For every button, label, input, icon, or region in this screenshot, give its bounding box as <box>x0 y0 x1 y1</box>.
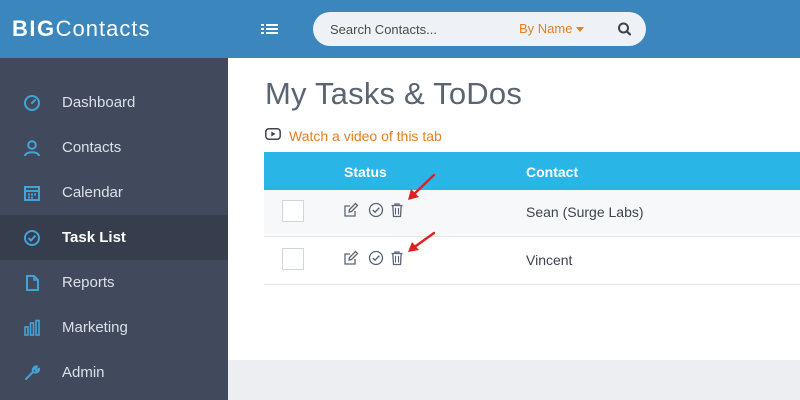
trash-icon[interactable] <box>389 250 405 266</box>
logo-big-text: BIG <box>12 16 56 41</box>
sidebar-item-reports[interactable]: Reports <box>0 260 228 305</box>
logo-rest-text: Contacts <box>55 16 151 41</box>
column-header-status[interactable]: Status <box>344 164 387 180</box>
video-play-icon <box>265 127 281 145</box>
sidebar-item-task-list[interactable]: Task List <box>0 215 228 260</box>
trash-icon[interactable] <box>389 202 405 218</box>
contact-name-link[interactable]: Sean (Surge Labs) <box>526 204 644 220</box>
contact-name-link[interactable]: Vincent <box>526 252 572 268</box>
sidebar-item-label: Task List <box>62 229 126 246</box>
person-icon <box>23 139 41 157</box>
sidebar-item-label: Dashboard <box>62 94 136 111</box>
caret-down-icon <box>576 27 585 33</box>
watch-video-link[interactable]: Watch a video of this tab <box>265 127 442 145</box>
footer-band <box>228 360 800 400</box>
row-checkbox[interactable] <box>282 248 304 270</box>
gauge-icon <box>23 94 41 112</box>
sidebar-item-label: Reports <box>62 274 115 291</box>
search-mode-dropdown[interactable]: By Name <box>519 21 585 36</box>
column-header-contact[interactable]: Contact <box>526 164 578 180</box>
search-bar: By Name <box>313 12 646 46</box>
search-input[interactable] <box>330 20 510 38</box>
complete-task-icon[interactable] <box>368 250 384 266</box>
edit-icon[interactable] <box>343 202 359 218</box>
file-icon <box>23 274 41 292</box>
sidebar-item-label: Admin <box>62 364 105 381</box>
sidebar-item-label: Calendar <box>62 184 123 201</box>
task-table-header: Status Contact <box>264 152 800 190</box>
table-row: Vincent <box>264 238 800 285</box>
menu-toggle-icon[interactable] <box>258 18 282 40</box>
app-logo[interactable]: BIG Contacts <box>12 13 150 45</box>
top-header: BIGContacts By Name <box>0 0 800 58</box>
watch-video-label: Watch a video of this tab <box>289 128 442 144</box>
wrench-icon <box>23 364 41 382</box>
search-icon[interactable] <box>615 20 635 38</box>
edit-icon[interactable] <box>343 250 359 266</box>
complete-task-icon[interactable] <box>368 202 384 218</box>
sidebar-item-contacts[interactable]: Contacts <box>0 125 228 170</box>
check-circle-icon <box>23 229 41 247</box>
sidebar-item-calendar[interactable]: Calendar <box>0 170 228 215</box>
row-checkbox[interactable] <box>282 200 304 222</box>
bar-chart-icon <box>23 319 41 337</box>
sidebar-item-admin[interactable]: Admin <box>0 350 228 395</box>
search-mode-label: By Name <box>519 21 573 36</box>
table-row: Sean (Surge Labs) <box>264 190 800 237</box>
sidebar-item-label: Marketing <box>62 319 128 336</box>
calendar-icon <box>23 184 41 202</box>
sidebar-item-dashboard[interactable]: Dashboard <box>0 80 228 125</box>
sidebar-item-marketing[interactable]: Marketing <box>0 305 228 350</box>
page-title: My Tasks & ToDos <box>265 76 523 111</box>
sidebar-item-label: Contacts <box>62 139 122 156</box>
